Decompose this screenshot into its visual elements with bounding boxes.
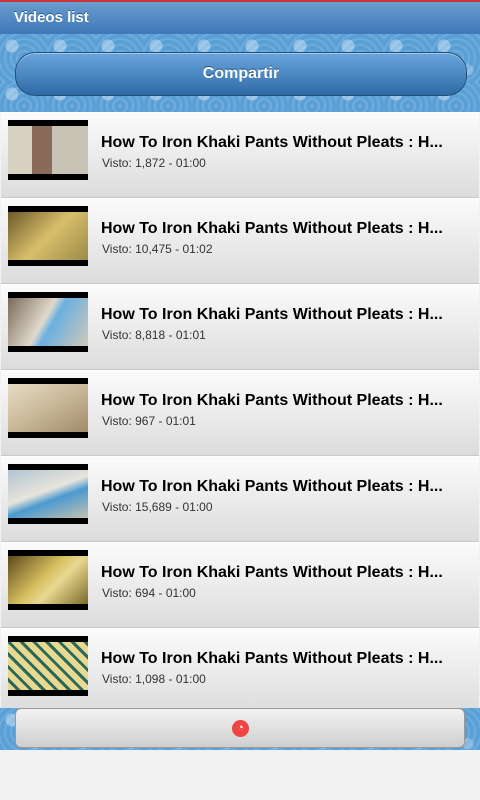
video-title: How To Iron Khaki Pants Without Pleats :…	[101, 564, 443, 581]
video-title: How To Iron Khaki Pants Without Pleats :…	[101, 392, 443, 409]
video-thumbnail	[8, 636, 88, 696]
video-meta: Visto: 15,689 - 01:00	[102, 500, 213, 514]
title-bar: Videos list	[0, 0, 480, 34]
video-title: How To Iron Khaki Pants Without Pleats :…	[101, 220, 443, 237]
video-meta: Visto: 1,098 - 01:00	[102, 672, 206, 686]
video-thumbnail	[8, 378, 88, 438]
video-meta: Visto: 1,872 - 01:00	[102, 156, 206, 170]
video-list: How To Iron Khaki Pants Without Pleats :…	[0, 112, 480, 714]
video-meta: Visto: 8,818 - 01:01	[102, 328, 206, 342]
video-meta: Visto: 694 - 01:00	[102, 586, 196, 600]
video-thumbnail	[8, 464, 88, 524]
share-button[interactable]: Compartir	[15, 52, 467, 96]
ad-icon: ◔	[232, 720, 249, 737]
video-meta: Visto: 10,475 - 01:02	[102, 242, 213, 256]
video-thumbnail	[8, 550, 88, 610]
video-title: How To Iron Khaki Pants Without Pleats :…	[101, 650, 443, 667]
video-title: How To Iron Khaki Pants Without Pleats :…	[101, 478, 443, 495]
video-row[interactable]: How To Iron Khaki Pants Without Pleats :…	[1, 628, 479, 714]
video-row[interactable]: How To Iron Khaki Pants Without Pleats :…	[1, 198, 479, 284]
page-title: Videos list	[14, 9, 89, 26]
video-thumbnail	[8, 292, 88, 352]
video-row[interactable]: How To Iron Khaki Pants Without Pleats :…	[1, 542, 479, 628]
video-title: How To Iron Khaki Pants Without Pleats :…	[101, 134, 443, 151]
video-meta: Visto: 967 - 01:01	[102, 414, 196, 428]
video-row[interactable]: How To Iron Khaki Pants Without Pleats :…	[1, 112, 479, 198]
video-row[interactable]: How To Iron Khaki Pants Without Pleats :…	[1, 456, 479, 542]
video-thumbnail	[8, 120, 88, 180]
video-title: How To Iron Khaki Pants Without Pleats :…	[101, 306, 443, 323]
video-row[interactable]: How To Iron Khaki Pants Without Pleats :…	[1, 284, 479, 370]
video-row[interactable]: How To Iron Khaki Pants Without Pleats :…	[1, 370, 479, 456]
video-thumbnail	[8, 206, 88, 266]
ad-banner-button[interactable]: ◔	[15, 708, 465, 748]
